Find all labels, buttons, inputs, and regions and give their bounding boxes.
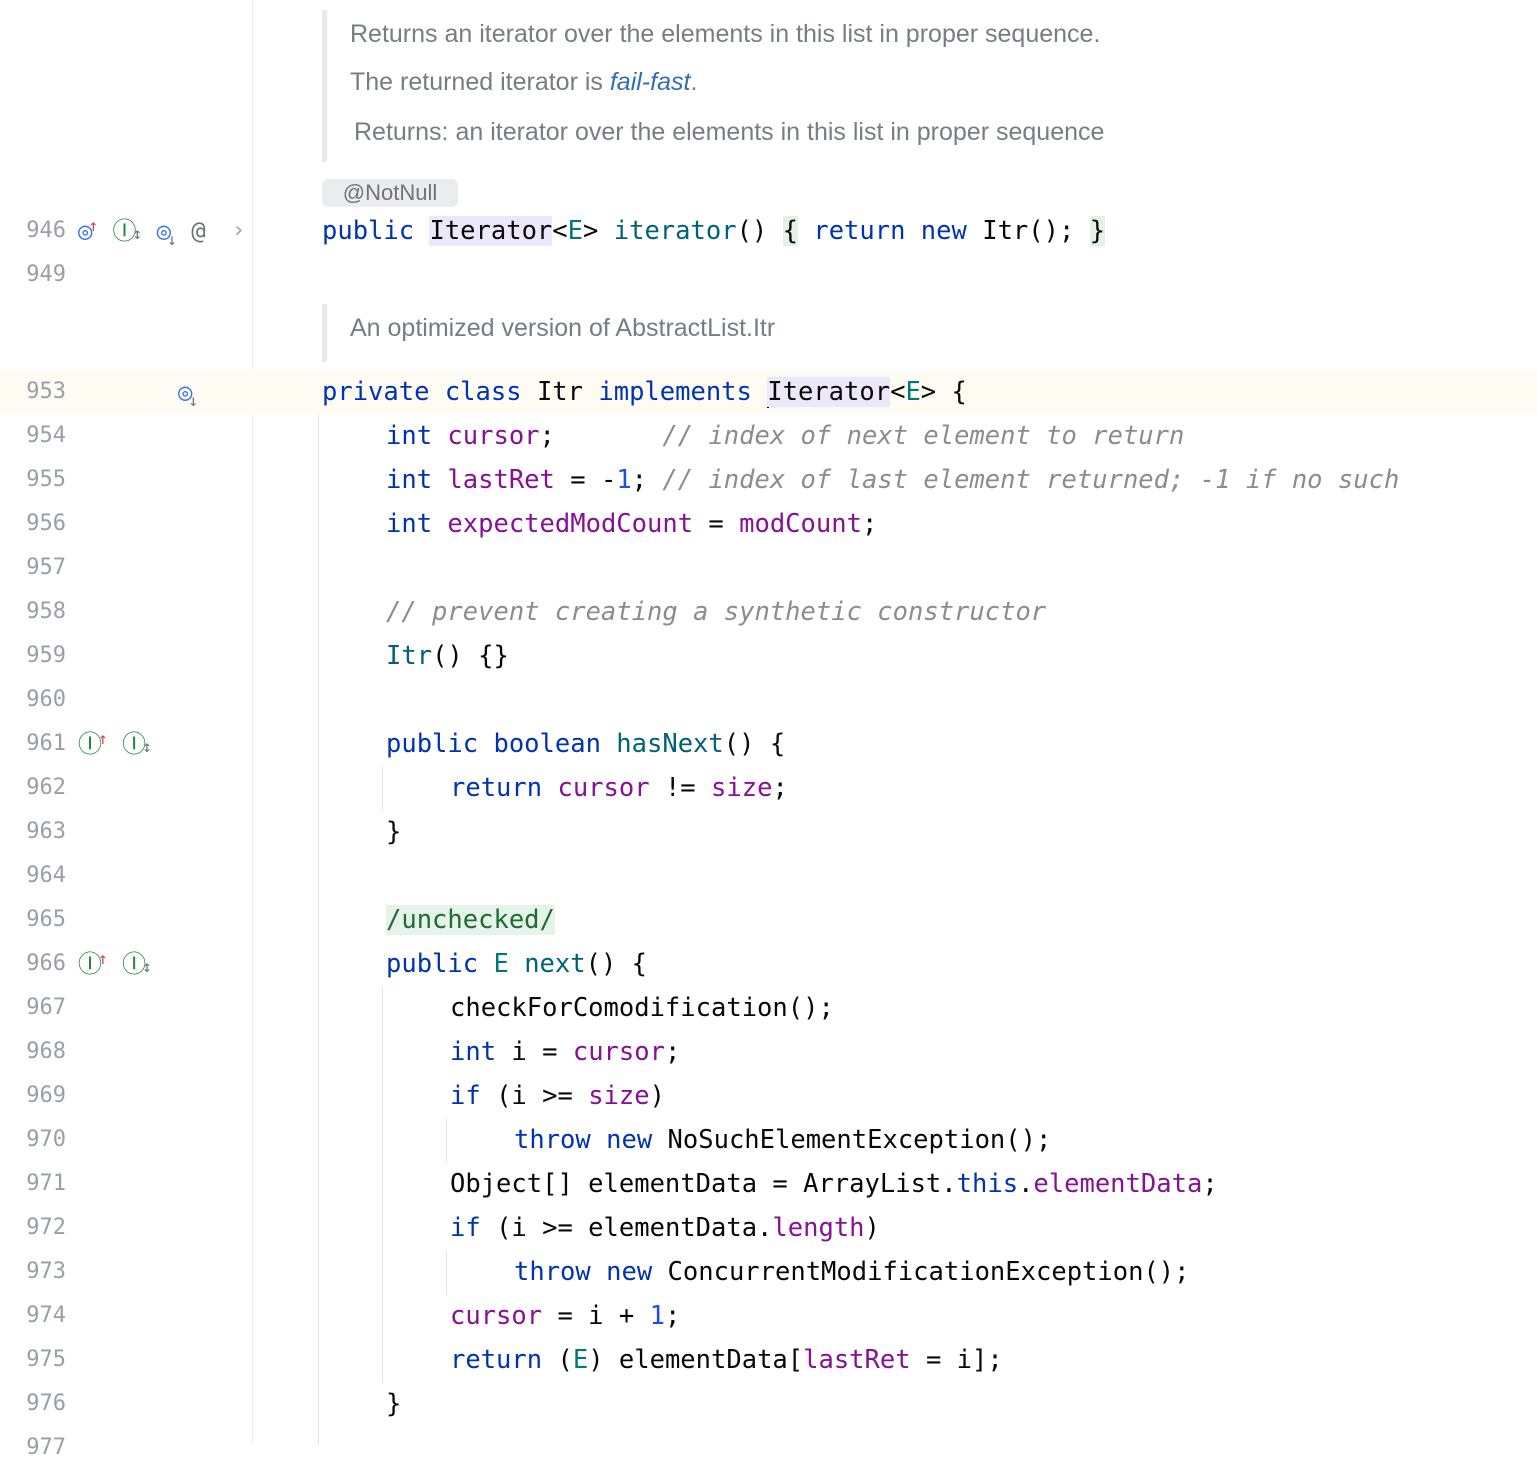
code-line-963: } xyxy=(386,817,402,847)
doc-comment-line: Returns an iterator over the elements in… xyxy=(350,20,1101,48)
line-number[interactable]: 969 xyxy=(0,1074,66,1118)
implements-method-icon[interactable]: Ⓘ↑ xyxy=(78,729,108,758)
suppress-warnings-inlay[interactable]: /unchecked/ xyxy=(386,905,555,935)
line-number[interactable]: 977 xyxy=(0,1426,66,1470)
line-number[interactable]: 976 xyxy=(0,1382,66,1426)
doc-link-fail-fast[interactable]: fail-fast xyxy=(610,68,691,96)
gutter-icons-953: ◎↓ xyxy=(178,370,198,414)
doc-comment-line: An optimized version of AbstractList.Itr xyxy=(350,314,776,342)
code-line-976: } xyxy=(386,1389,402,1419)
line-number[interactable]: 949 xyxy=(0,253,66,297)
gutter-icons-966: Ⓘ↑ Ⓘ↕ xyxy=(78,942,152,986)
line-number[interactable]: 962 xyxy=(0,766,66,810)
line-number[interactable]: 955 xyxy=(0,458,66,502)
code-line-967: checkForComodification(); xyxy=(450,993,834,1023)
doc-comment-bar xyxy=(322,304,327,362)
line-number[interactable]: 963 xyxy=(0,810,66,854)
code-line-970: throw new NoSuchElementException(); xyxy=(514,1125,1052,1155)
gutter-icons-946: ◎↑ Ⓘ↕ ◎↓ @ xyxy=(78,209,206,253)
line-number[interactable]: 959 xyxy=(0,634,66,678)
line-number[interactable]: 954 xyxy=(0,414,66,458)
code-line-961: public boolean hasNext() { xyxy=(386,729,786,759)
doc-returns-label: Returns: xyxy=(354,118,449,146)
code-line-968: int i = cursor; xyxy=(450,1037,681,1067)
line-number[interactable]: 958 xyxy=(0,590,66,634)
doc-returns-text: an iterator over the elements in this li… xyxy=(455,118,1105,146)
indent-guide xyxy=(382,767,383,811)
doc-returns: Returns: an iterator over the elements i… xyxy=(354,118,1104,147)
line-number[interactable]: 966 xyxy=(0,942,66,986)
code-line-953: private class Itr implements Iterator<E>… xyxy=(322,377,967,408)
overrides-method-icon[interactable]: ◎↑ xyxy=(78,216,98,245)
code-line-973: throw new ConcurrentModificationExceptio… xyxy=(514,1257,1190,1287)
code-line-974: cursor = i + 1; xyxy=(450,1301,681,1331)
type-ref[interactable]: Iterator xyxy=(429,216,553,246)
line-number[interactable]: 972 xyxy=(0,1206,66,1250)
line-number[interactable]: 965 xyxy=(0,898,66,942)
code-line-956: int expectedModCount = modCount; xyxy=(386,509,878,539)
code-line-969: if (i >= size) xyxy=(450,1081,665,1111)
implements-method-icon[interactable]: Ⓘ↑ xyxy=(78,949,108,978)
line-number[interactable]: 973 xyxy=(0,1250,66,1294)
code-line-972: if (i >= elementData.length) xyxy=(450,1213,880,1243)
code-line-958: // prevent creating a synthetic construc… xyxy=(386,597,1047,627)
code-line-966: public E next() { xyxy=(386,949,648,979)
inferred-annotation-hint[interactable]: @NotNull xyxy=(322,179,458,207)
line-number[interactable]: 970 xyxy=(0,1118,66,1162)
code-line-959: Itr() {} xyxy=(386,641,509,671)
implements-method-icon[interactable]: Ⓘ↕ xyxy=(113,217,143,245)
line-number[interactable]: 968 xyxy=(0,1030,66,1074)
indent-guide xyxy=(318,414,319,1444)
gutter-divider xyxy=(252,0,253,1444)
implements-method-icon[interactable]: Ⓘ↕ xyxy=(122,950,152,978)
code-line-955: int lastRet = -1; // index of last eleme… xyxy=(386,465,1400,495)
indent-guide xyxy=(446,1251,447,1295)
code-line-962: return cursor != size; xyxy=(450,773,788,803)
type-ref[interactable]: Iterator xyxy=(767,377,891,407)
line-number[interactable]: 946 xyxy=(0,209,66,253)
line-number[interactable]: 960 xyxy=(0,678,66,722)
line-number[interactable]: 953 xyxy=(0,370,66,414)
line-number[interactable]: 971 xyxy=(0,1162,66,1206)
line-number[interactable]: 964 xyxy=(0,854,66,898)
doc-text: The returned iterator is xyxy=(350,68,610,96)
overridden-class-icon[interactable]: ◎↓ xyxy=(178,378,198,410)
line-number[interactable]: 967 xyxy=(0,986,66,1030)
implements-method-icon[interactable]: Ⓘ↕ xyxy=(122,730,152,758)
line-number[interactable]: 956 xyxy=(0,502,66,546)
code-line-971: Object[] elementData = ArrayList.this.el… xyxy=(450,1169,1218,1199)
line-number[interactable]: 961 xyxy=(0,722,66,766)
code-line-975: return (E) elementData[lastRet = i]; xyxy=(450,1345,1003,1375)
doc-comment-bar xyxy=(322,10,327,162)
code-line-946: public Iterator<E> iterator() { return n… xyxy=(322,216,1106,246)
indent-guide xyxy=(446,1119,447,1163)
overridden-method-icon[interactable]: ◎↓ xyxy=(157,217,177,249)
code-line-965: /unchecked/ xyxy=(386,898,555,942)
code-line-954: int cursor; // index of next element to … xyxy=(386,421,1185,451)
line-number[interactable]: 957 xyxy=(0,546,66,590)
line-number[interactable]: 974 xyxy=(0,1294,66,1338)
indent-guide xyxy=(382,987,383,1383)
fold-chevron-icon[interactable]: › xyxy=(232,209,245,253)
doc-comment-line: The returned iterator is fail-fast. xyxy=(350,68,697,97)
doc-text: . xyxy=(690,68,698,96)
annotation-icon[interactable]: @ xyxy=(191,217,205,245)
method-name[interactable]: iterator xyxy=(614,216,737,246)
gutter-icons-961: Ⓘ↑ Ⓘ↕ xyxy=(78,722,152,766)
line-number[interactable]: 975 xyxy=(0,1338,66,1382)
